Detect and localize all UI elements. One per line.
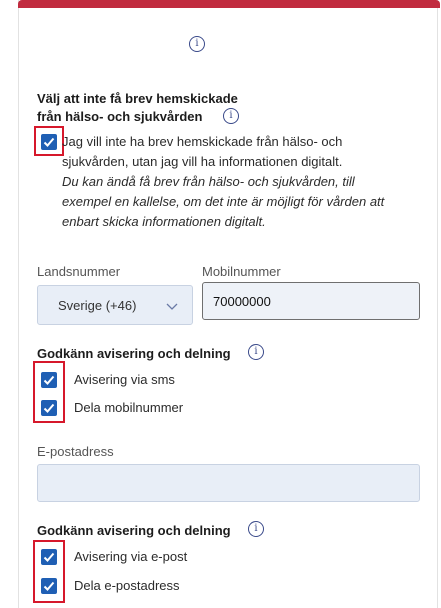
email-consent-info-icon[interactable]: i (248, 521, 264, 537)
share-email-label[interactable]: Dela e-postadress (74, 576, 180, 596)
letters-title-line2: från hälso- och sjukvården (37, 109, 203, 124)
chevron-down-icon (166, 303, 178, 310)
letters-text-line2: sjukvården, utan jag vill ha information… (62, 154, 343, 169)
share-mobile-checkbox[interactable] (41, 400, 57, 416)
country-select-value: Sverige (+46) (58, 298, 137, 313)
email-notification-label[interactable]: Avisering via e-post (74, 547, 187, 567)
share-mobile-label[interactable]: Dela mobilnummer (74, 398, 183, 418)
email-input[interactable] (37, 464, 420, 502)
letters-checkbox[interactable] (41, 134, 57, 150)
checkmark-icon (43, 375, 55, 385)
consent-card: i Välj att inte få brev hemskickade från… (18, 0, 440, 608)
letters-option-text[interactable]: Jag vill inte ha brev hemskickade från h… (62, 132, 432, 232)
card-top-accent-bar (18, 0, 440, 8)
sms-consent-title: Godkänn avisering och delning (37, 346, 231, 361)
checkmark-icon (43, 137, 55, 147)
sms-notification-checkbox[interactable] (41, 372, 57, 388)
checkmark-icon (43, 581, 55, 591)
letters-info-icon[interactable]: i (223, 108, 239, 124)
mobile-label: Mobilnummer (202, 264, 281, 279)
country-select[interactable]: Sverige (+46) (37, 285, 193, 325)
mobile-input[interactable]: 70000000 (202, 282, 420, 320)
share-email-checkbox[interactable] (41, 578, 57, 594)
sms-consent-info-icon[interactable]: i (248, 344, 264, 360)
checkmark-icon (43, 403, 55, 413)
letters-note-line2: exempel en kallelse, om det inte är möjl… (62, 194, 385, 209)
letters-title: Välj att inte få brev hemskickade (37, 91, 238, 106)
checkmark-icon (43, 552, 55, 562)
info-icon[interactable]: i (189, 36, 205, 52)
email-label: E-postadress (37, 444, 114, 459)
letters-note-line3: enbart skicka informationen digitalt. (62, 214, 266, 229)
country-label: Landsnummer (37, 264, 121, 279)
letters-text-line1: Jag vill inte ha brev hemskickade från h… (62, 134, 343, 149)
letters-note-line1: Du kan ändå få brev från hälso- och sjuk… (62, 174, 355, 189)
mobile-input-value: 70000000 (213, 294, 271, 309)
sms-notification-label[interactable]: Avisering via sms (74, 370, 175, 390)
email-consent-title: Godkänn avisering och delning (37, 523, 231, 538)
email-notification-checkbox[interactable] (41, 549, 57, 565)
